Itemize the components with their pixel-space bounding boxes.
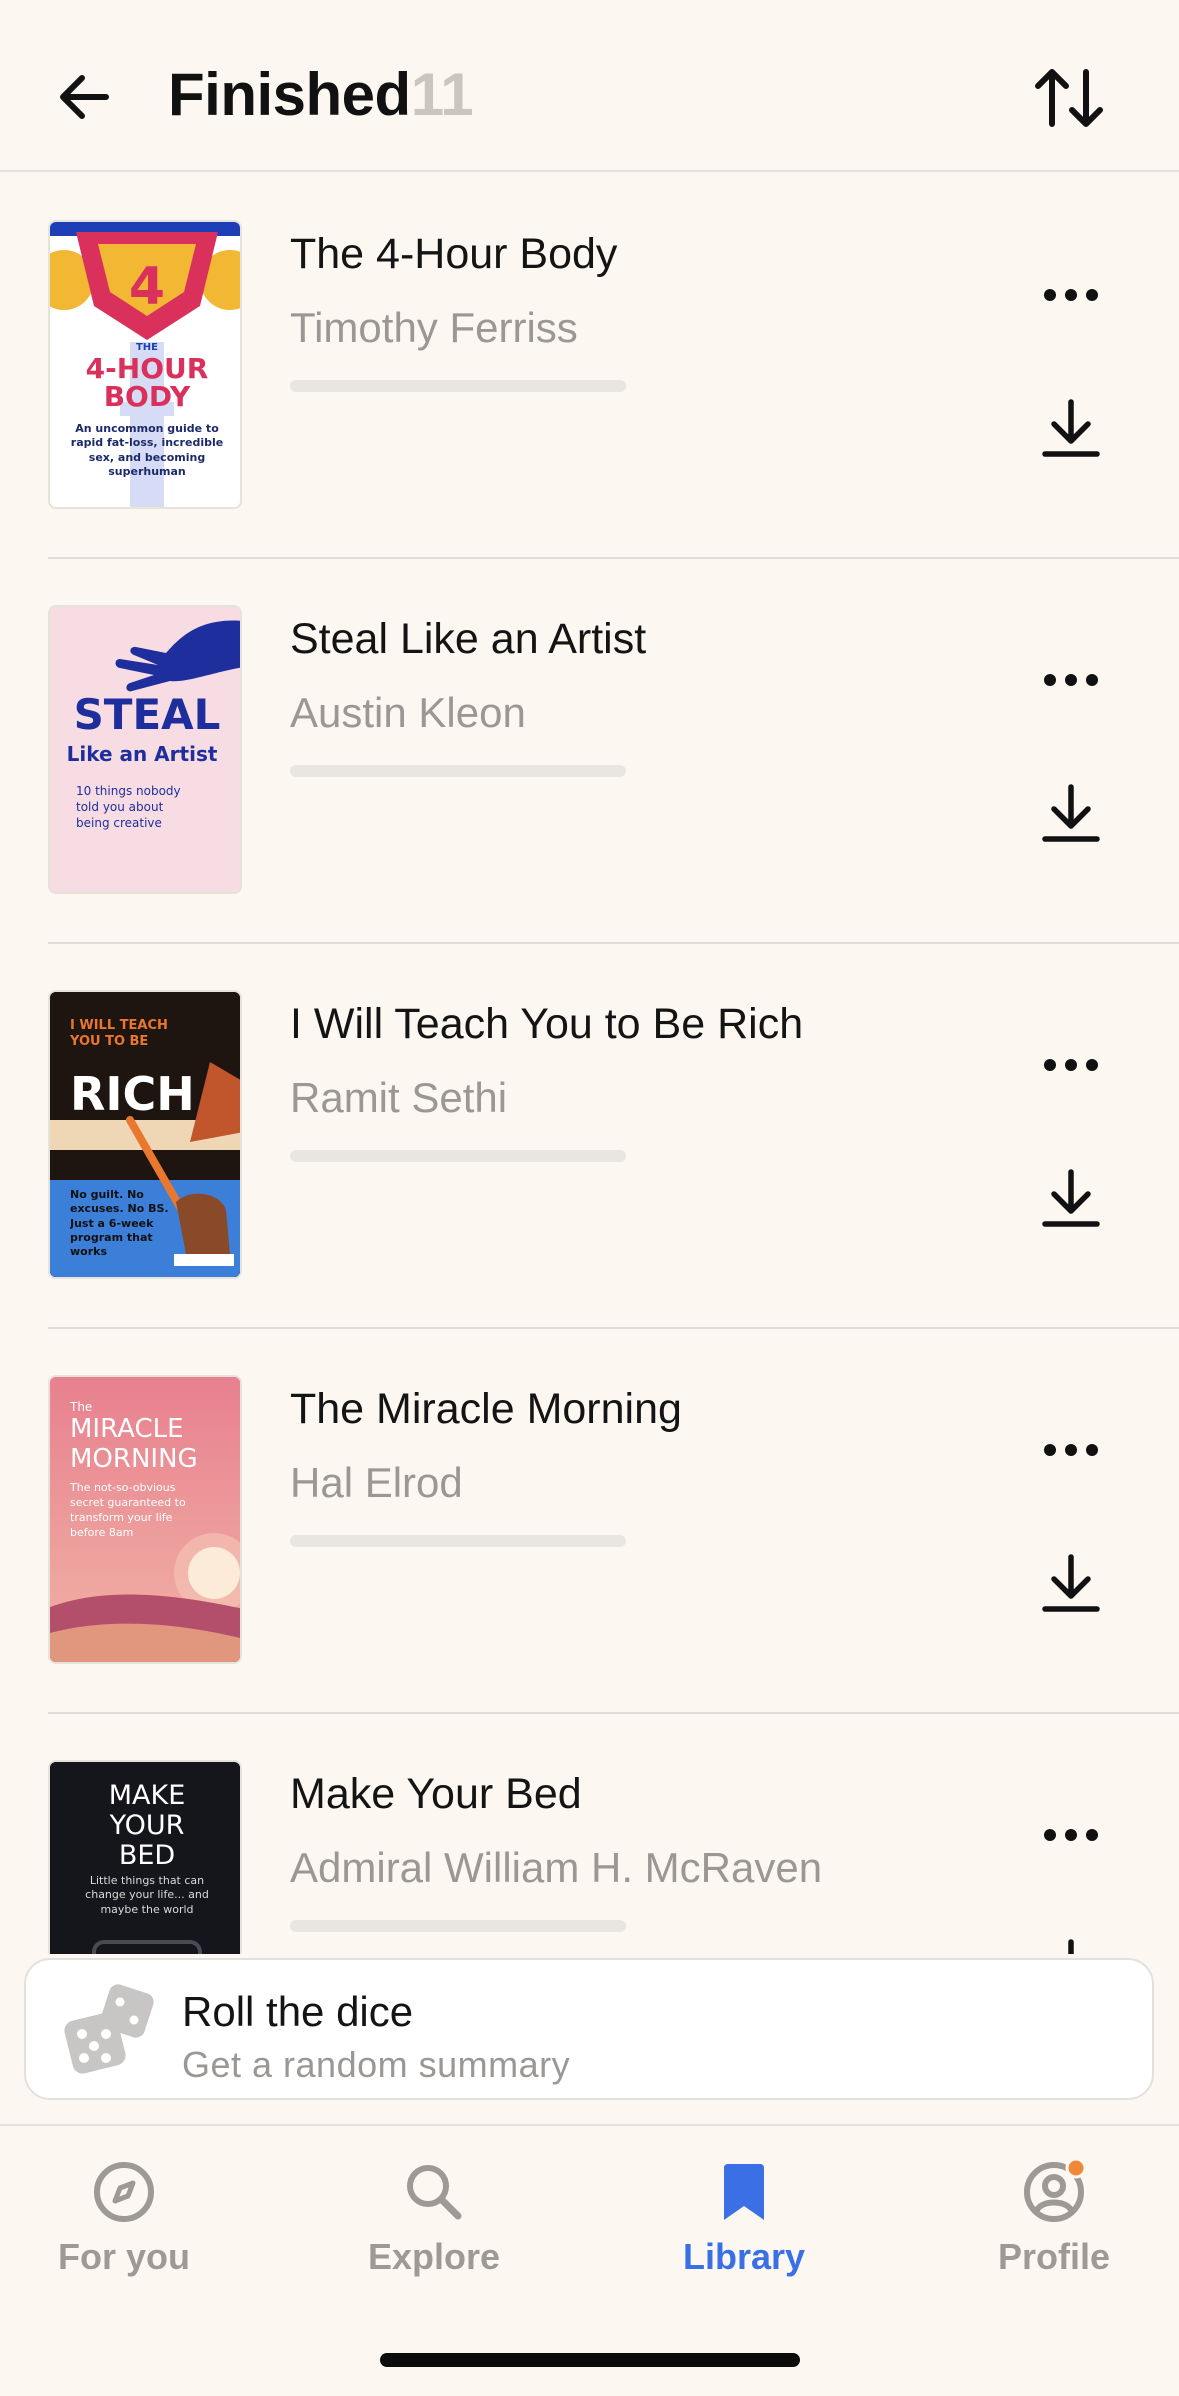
more-dots-icon — [1044, 1444, 1098, 1456]
cover-tagline: 10 things nobody told you about being cr… — [76, 784, 181, 831]
notification-badge — [1065, 2158, 1087, 2179]
roll-dice-card[interactable]: Roll the dice Get a random summary — [24, 1958, 1154, 2100]
cover-title: MAKE — [109, 1780, 186, 1811]
tab-for-you[interactable]: For you — [4, 2158, 244, 2298]
cover-title: RICH — [70, 1067, 195, 1121]
cover-title: BODY — [104, 380, 191, 413]
download-icon — [1068, 1939, 1074, 1954]
more-dots-icon — [1044, 1829, 1098, 1841]
book-cover-art: 4 THE 4-HOUR BODY An uncommon guide to r… — [50, 222, 240, 507]
book-cover: MAKE YOUR BED Little things that can cha… — [48, 1760, 242, 1954]
book-list-item[interactable]: 4 THE 4-HOUR BODY An uncommon guide to r… — [0, 174, 1179, 559]
book-author: Austin Kleon — [290, 689, 526, 736]
book-title: Make Your Bed — [290, 1770, 582, 1818]
header: Finished11 — [0, 0, 1179, 172]
cover-tagline: The not-so-obvious secret guaranteed to … — [70, 1481, 186, 1539]
download-icon — [1042, 1554, 1100, 1612]
more-dots-icon — [1044, 289, 1098, 301]
book-title: Steal Like an Artist — [290, 615, 647, 663]
sort-button[interactable] — [1030, 58, 1110, 138]
book-cover-art: MAKE YOUR BED Little things that can cha… — [50, 1762, 240, 1954]
cover-title: MORNING — [70, 1444, 198, 1474]
download-button[interactable] — [1036, 779, 1106, 849]
page-title-text: Finished — [168, 61, 411, 128]
book-author: Timothy Ferriss — [290, 304, 578, 351]
book-cover-art: STEAL Like an Artist 10 things nobody to… — [50, 607, 240, 892]
book-author: Hal Elrod — [290, 1459, 463, 1506]
search-icon — [407, 2165, 462, 2220]
download-icon — [1042, 1169, 1100, 1227]
download-button[interactable] — [1036, 1164, 1106, 1234]
dice-card-subtitle: Get a random summary — [182, 2044, 571, 2085]
more-options-button[interactable] — [1040, 1050, 1102, 1080]
cover-tagline: An uncommon guide to rapid fat-loss, inc… — [70, 422, 224, 478]
book-author: Ramit Sethi — [290, 1074, 508, 1121]
cover-tagline: Little things that can change your life.… — [85, 1874, 209, 1916]
book-cover-art: I WILL TEACH YOU TO BE RICH No guilt. No… — [50, 992, 240, 1277]
home-indicator — [380, 2353, 800, 2367]
tab-explore[interactable]: Explore — [314, 2158, 554, 2298]
arrow-left-icon — [60, 75, 109, 119]
cover-title: BED — [119, 1840, 175, 1871]
sort-arrows-icon — [1035, 69, 1103, 127]
download-icon — [1042, 784, 1100, 842]
download-icon — [1042, 399, 1100, 457]
download-button[interactable] — [1036, 394, 1106, 464]
download-button[interactable] — [1036, 1934, 1106, 1954]
tab-label: Library — [682, 2236, 806, 2277]
profile-icon — [1024, 2158, 1087, 2222]
cover-kicker: I WILL TEACH YOU TO BE — [70, 1018, 168, 1050]
book-title: The Miracle Morning — [290, 1385, 682, 1433]
more-options-button[interactable] — [1040, 280, 1102, 310]
tab-library[interactable]: Library — [624, 2158, 864, 2298]
dice-icon — [64, 1984, 154, 2074]
book-title: I Will Teach You to Be Rich — [290, 1000, 804, 1048]
svg-text:4: 4 — [129, 257, 165, 317]
item-count: 11 — [410, 61, 474, 128]
book-cover: STEAL Like an Artist 10 things nobody to… — [48, 605, 242, 894]
book-cover-art: The MIRACLE MORNING The not-so-obvious s… — [50, 1377, 240, 1662]
bookmark-icon — [724, 2164, 764, 2220]
page-title: Finished11 — [168, 60, 474, 129]
progress-bar — [290, 1150, 626, 1162]
tab-label: For you — [58, 2236, 190, 2277]
more-options-button[interactable] — [1040, 1435, 1102, 1465]
cover-tagline: No guilt. No excuses. No BS. Just a 6-we… — [70, 1188, 169, 1259]
cover-title: YOUR — [109, 1810, 185, 1841]
book-cover: I WILL TEACH YOU TO BE RICH No guilt. No… — [48, 990, 242, 1279]
book-cover: The MIRACLE MORNING The not-so-obvious s… — [48, 1375, 242, 1664]
more-dots-icon — [1044, 1059, 1098, 1071]
back-button[interactable] — [50, 62, 120, 132]
cover-kicker: The — [69, 1400, 92, 1414]
cover-subtitle: Like an Artist — [67, 742, 218, 766]
book-author: Admiral William H. McRaven — [290, 1844, 823, 1891]
tab-label: Explore — [367, 2236, 501, 2277]
cover-title: STEAL — [74, 690, 221, 739]
book-title: The 4-Hour Body — [290, 230, 618, 278]
cover-title: MIRACLE — [70, 1414, 184, 1444]
tab-profile[interactable]: Profile — [934, 2158, 1174, 2298]
dice-card-title: Roll the dice — [182, 1988, 414, 2035]
more-options-button[interactable] — [1040, 1820, 1102, 1850]
progress-bar — [290, 1920, 626, 1932]
book-list-item[interactable]: I WILL TEACH YOU TO BE RICH No guilt. No… — [0, 944, 1179, 1329]
more-options-button[interactable] — [1040, 665, 1102, 695]
book-list-item[interactable]: MAKE YOUR BED Little things that can cha… — [0, 1714, 1179, 1954]
book-cover: 4 THE 4-HOUR BODY An uncommon guide to r… — [48, 220, 242, 509]
book-list: 4 THE 4-HOUR BODY An uncommon guide to r… — [0, 174, 1179, 1954]
compass-icon — [94, 2162, 154, 2222]
more-dots-icon — [1044, 674, 1098, 686]
tab-label: Profile — [997, 2236, 1111, 2277]
book-list-item[interactable]: STEAL Like an Artist 10 things nobody to… — [0, 559, 1179, 944]
download-button[interactable] — [1036, 1549, 1106, 1619]
progress-bar — [290, 765, 626, 777]
book-list-item[interactable]: The MIRACLE MORNING The not-so-obvious s… — [0, 1329, 1179, 1714]
progress-bar — [290, 1535, 626, 1547]
progress-bar — [290, 380, 626, 392]
